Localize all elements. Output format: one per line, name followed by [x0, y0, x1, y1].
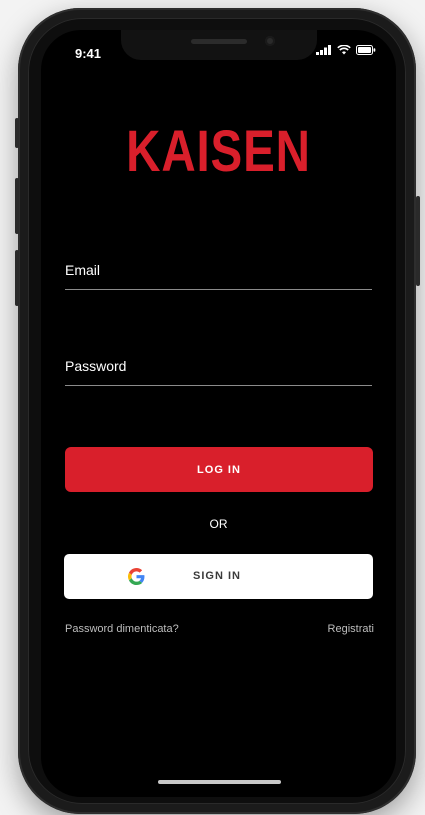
email-field[interactable]: Email — [65, 262, 372, 290]
volume-down-button — [15, 250, 19, 306]
battery-icon — [356, 45, 376, 55]
app-screen: 9:41 KAISEN Email Password LOG IN OR SIG… — [41, 30, 396, 797]
signal-icon — [316, 45, 331, 55]
google-icon — [128, 568, 145, 585]
mute-switch — [15, 118, 19, 148]
google-sign-in-button[interactable]: SIGN IN — [64, 554, 373, 599]
speaker-grille — [191, 39, 247, 44]
google-sign-in-label: SIGN IN — [193, 570, 241, 582]
password-underline — [65, 385, 372, 386]
login-button[interactable]: LOG IN — [65, 447, 373, 492]
notch — [121, 30, 317, 60]
wifi-icon — [337, 45, 351, 55]
device-mockup: 9:41 KAISEN Email Password LOG IN OR SIG… — [0, 0, 425, 815]
power-button — [416, 196, 420, 286]
status-icons — [316, 45, 376, 55]
email-underline — [65, 289, 372, 290]
front-camera — [265, 36, 275, 46]
register-link[interactable]: Registrati — [328, 623, 374, 635]
password-label: Password — [65, 358, 127, 374]
or-divider: OR — [209, 517, 228, 531]
forgot-password-link[interactable]: Password dimenticata? — [65, 623, 179, 635]
email-label: Email — [65, 262, 101, 278]
status-time: 9:41 — [75, 46, 102, 61]
password-field[interactable]: Password — [65, 358, 372, 386]
home-indicator[interactable] — [158, 780, 281, 784]
volume-up-button — [15, 178, 19, 234]
brand-logo: KAISEN — [126, 119, 311, 184]
